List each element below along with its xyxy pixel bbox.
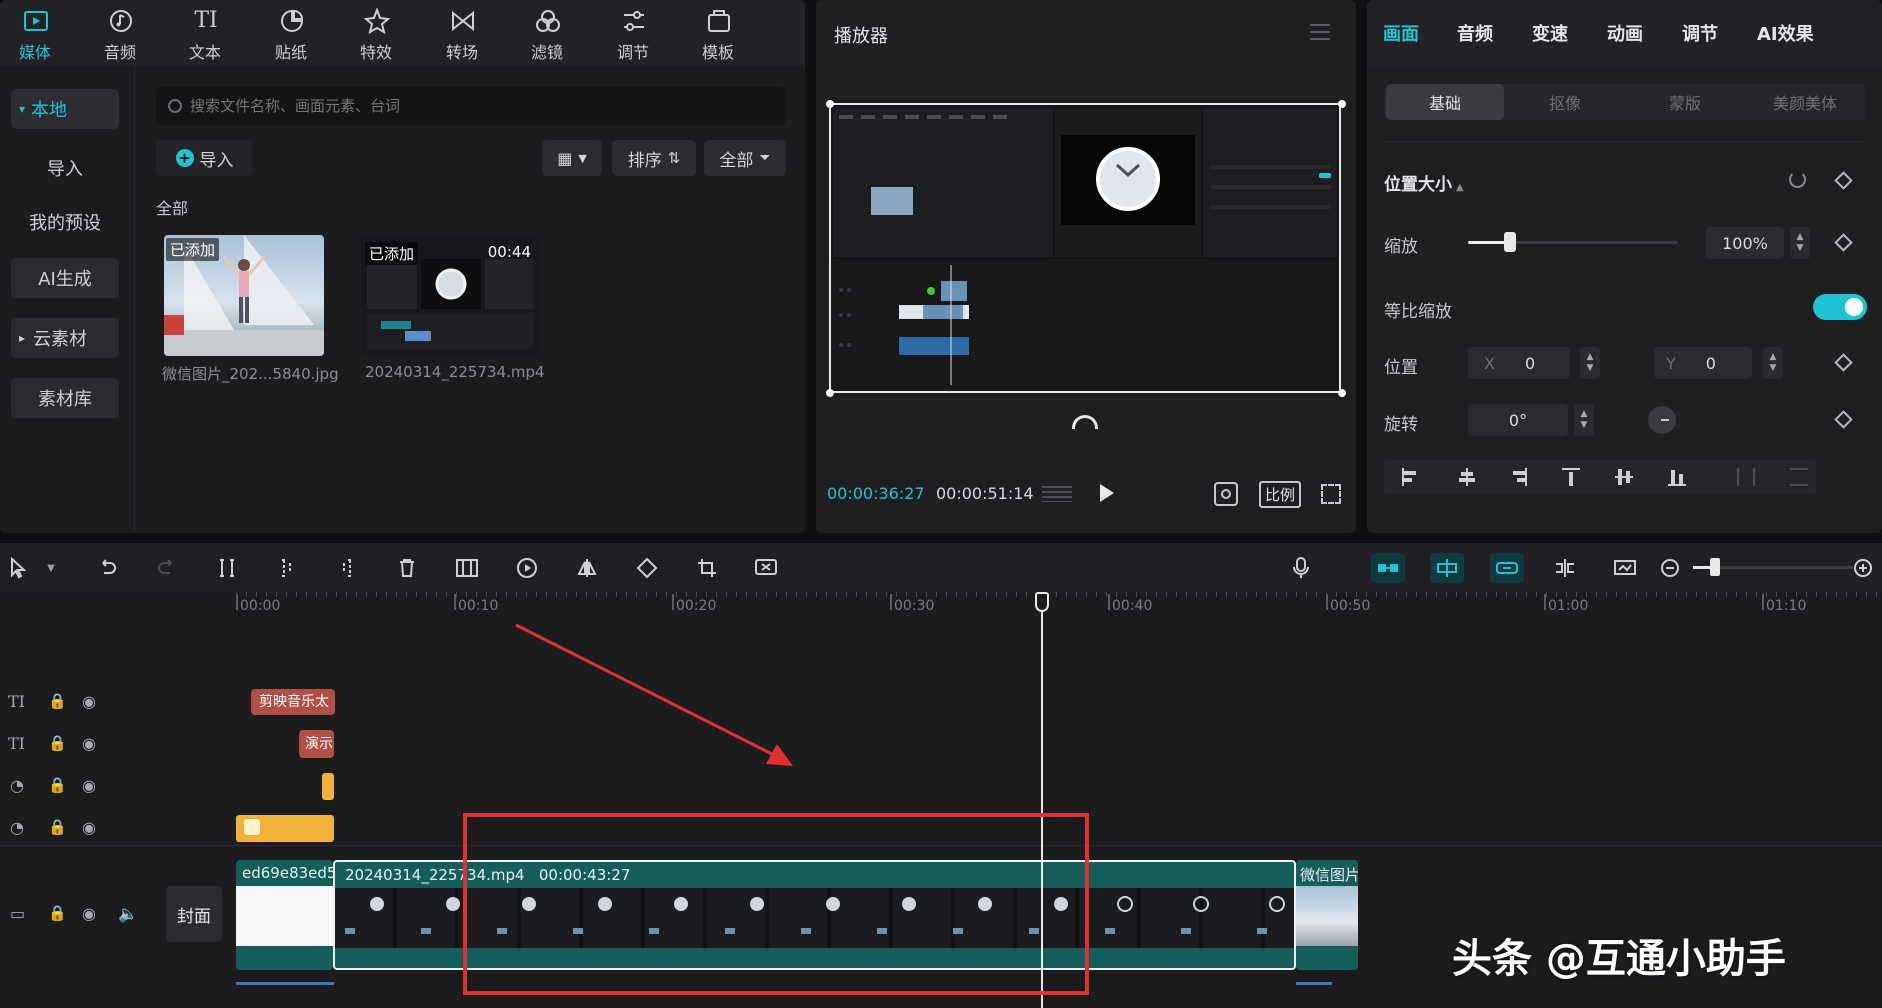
watermark: 头条 @互通小助手	[1452, 936, 1786, 982]
annotation-layer	[463, 623, 1089, 995]
annotation-arrowhead	[766, 744, 793, 766]
app-window: { "media_panel": { "tabs": [ {"label": "…	[0, 0, 1882, 1008]
annotation-highlight-box	[463, 813, 1089, 995]
annotation-arrow	[515, 623, 781, 760]
